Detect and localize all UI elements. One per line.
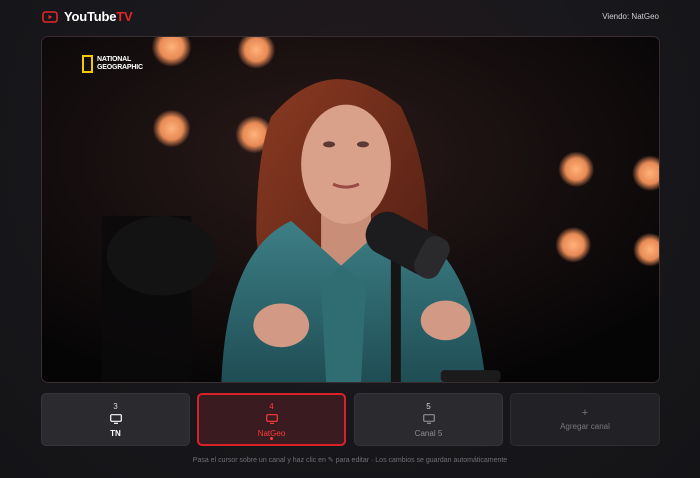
national-geographic-logo: NATIONAL GEOGRAPHIC (82, 55, 143, 73)
add-channel-label: Agregar canal (560, 422, 610, 431)
logo-text: YouTubeTV (64, 9, 133, 24)
channel-card-natgeo[interactable]: 4 NatGeo (197, 393, 346, 446)
tv-icon (422, 414, 435, 424)
natgeo-logo-text: NATIONAL GEOGRAPHIC (97, 56, 143, 72)
channel-card-tn[interactable]: 3 TN (41, 393, 190, 446)
tv-icon (265, 414, 278, 424)
channel-number: 3 (113, 402, 118, 411)
header: YouTubeTV Viendo: NatGeo (0, 0, 700, 34)
edit-hint-text: Pasa el cursor sobre un canal y haz clic… (192, 457, 508, 464)
app-root: YouTubeTV Viendo: NatGeo NATIONAL GEOGRA… (0, 0, 700, 478)
channel-card-canal-5[interactable]: 5 Canal 5 (354, 393, 503, 446)
channel-name: TN (110, 429, 121, 438)
youtube-tv-logo[interactable]: YouTubeTV (42, 9, 133, 24)
active-indicator-dot (270, 437, 273, 440)
logo-text-accent: TV (116, 9, 133, 24)
video-frame (42, 37, 659, 382)
channel-number: 5 (426, 402, 431, 411)
plus-icon: + (581, 407, 589, 419)
channel-list: 3 TN 4 NatGeo 5 Canal 5 + Agregar canal (41, 393, 660, 446)
logo-text-main: YouTube (64, 9, 117, 24)
tv-icon (109, 414, 122, 424)
natgeo-line-2: GEOGRAPHIC (97, 64, 143, 71)
channel-name: Canal 5 (414, 429, 443, 438)
youtube-play-icon (42, 10, 58, 23)
channel-number: 4 (269, 402, 274, 411)
now-viewing-label: Viendo: NatGeo (602, 12, 659, 21)
natgeo-frame-icon (82, 55, 93, 73)
natgeo-line-1: NATIONAL (97, 56, 132, 63)
add-channel-button[interactable]: + Agregar canal (510, 393, 660, 446)
video-player[interactable]: NATIONAL GEOGRAPHIC (41, 36, 660, 383)
